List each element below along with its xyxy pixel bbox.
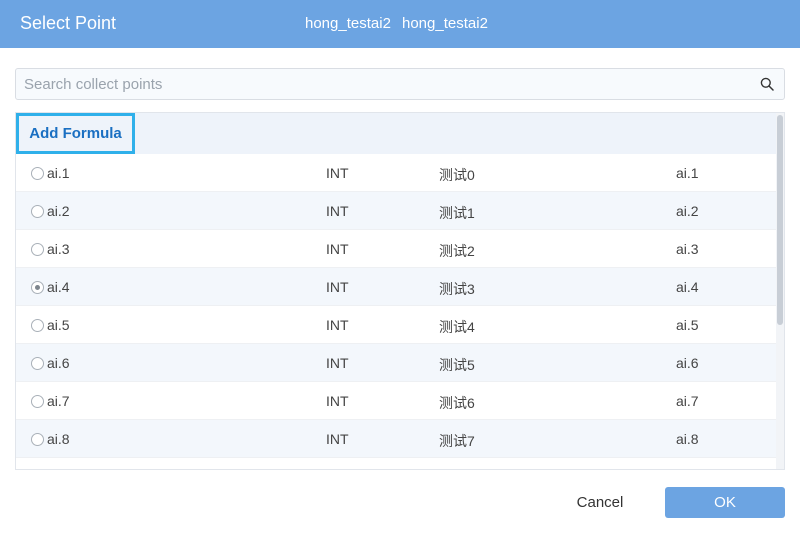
point-radio[interactable] bbox=[31, 395, 44, 408]
point-rows: ai.1 INT 测试0 ai.1 ai.2 INT 测试1 ai.2 ai.3 INT 测试2 ai… bbox=[16, 154, 778, 470]
point-description: 测试4 bbox=[439, 319, 475, 335]
table-row[interactable]: ai.6 INT 测试5 ai.6 bbox=[16, 344, 778, 382]
point-radio[interactable] bbox=[31, 357, 44, 370]
point-radio[interactable] bbox=[31, 205, 44, 218]
cancel-button[interactable]: Cancel bbox=[560, 487, 640, 518]
point-type: INT bbox=[326, 469, 349, 470]
table-row[interactable]: ai.5 INT 测试4 ai.5 bbox=[16, 306, 778, 344]
point-name: ai.2 bbox=[47, 203, 70, 219]
point-description: 测试6 bbox=[439, 395, 475, 411]
point-alias: ai.4 bbox=[676, 279, 699, 295]
table-row[interactable]: ai.4 INT 测试3 ai.4 bbox=[16, 268, 778, 306]
table-row[interactable]: ai.8 INT 测试7 ai.8 bbox=[16, 420, 778, 458]
point-type: INT bbox=[326, 241, 349, 257]
point-name: ai.5 bbox=[47, 317, 70, 333]
formula-row: Add Formula bbox=[16, 113, 778, 154]
point-type: INT bbox=[326, 431, 349, 447]
point-type: INT bbox=[326, 279, 349, 295]
point-name: ai.3 bbox=[47, 241, 70, 257]
search-box bbox=[15, 68, 785, 100]
point-description: 测试0 bbox=[439, 167, 475, 183]
point-type: INT bbox=[326, 393, 349, 409]
point-name: ai.8 bbox=[47, 431, 70, 447]
add-formula-button[interactable]: Add Formula bbox=[16, 113, 135, 154]
search-icon[interactable] bbox=[760, 77, 774, 91]
table-row[interactable]: ai.7 INT 测试6 ai.7 bbox=[16, 382, 778, 420]
point-alias: ai.1 bbox=[676, 165, 699, 181]
point-type: INT bbox=[326, 203, 349, 219]
point-alias: ai.8 bbox=[676, 431, 699, 447]
point-name: ai.6 bbox=[47, 355, 70, 371]
point-description: 测试8 bbox=[439, 469, 475, 470]
point-alias: ai.2 bbox=[676, 203, 699, 219]
table-row[interactable]: ai.2 INT 测试1 ai.2 bbox=[16, 192, 778, 230]
point-radio[interactable] bbox=[31, 243, 44, 256]
ok-button[interactable]: OK bbox=[665, 487, 785, 518]
point-description: 测试5 bbox=[439, 357, 475, 373]
point-description: 测试1 bbox=[439, 205, 475, 221]
point-alias: ai.7 bbox=[676, 393, 699, 409]
point-radio[interactable] bbox=[31, 319, 44, 332]
point-type: INT bbox=[326, 165, 349, 181]
device-name-secondary: hong_testai2 bbox=[402, 15, 488, 32]
point-alias: ai.5 bbox=[676, 317, 699, 333]
point-description: 测试3 bbox=[439, 281, 475, 297]
point-description: 测试7 bbox=[439, 433, 475, 449]
point-alias: ai.3 bbox=[676, 241, 699, 257]
select-point-dialog: Select Point hong_testai2 hong_testai2 A… bbox=[0, 0, 800, 544]
point-alias: ai.6 bbox=[676, 355, 699, 371]
dialog-title: Select Point bbox=[20, 13, 117, 33]
point-radio[interactable] bbox=[31, 167, 44, 180]
scrollbar-track[interactable] bbox=[776, 113, 784, 469]
dialog-header: Select Point hong_testai2 hong_testai2 bbox=[0, 0, 800, 48]
point-name: ai.4 bbox=[47, 279, 70, 295]
point-alias: ai.9 bbox=[676, 469, 699, 470]
point-description: 测试2 bbox=[439, 243, 475, 259]
point-radio[interactable] bbox=[31, 433, 44, 446]
point-name: ai.1 bbox=[47, 165, 70, 181]
table-row[interactable]: ai.3 INT 测试2 ai.3 bbox=[16, 230, 778, 268]
point-radio[interactable] bbox=[31, 281, 44, 294]
point-name: ai.9 bbox=[47, 469, 70, 470]
device-name: hong_testai2 bbox=[305, 15, 391, 32]
point-list: Add Formula ai.1 INT 测试0 ai.1 ai.2 INT 测试1 ai.2… bbox=[15, 112, 785, 470]
table-row[interactable]: ai.1 INT 测试0 ai.1 bbox=[16, 154, 778, 192]
point-type: INT bbox=[326, 355, 349, 371]
search-input[interactable] bbox=[16, 69, 746, 99]
table-row[interactable]: ai.9 INT 测试8 ai.9 bbox=[16, 458, 778, 470]
point-type: INT bbox=[326, 317, 349, 333]
scrollbar-thumb[interactable] bbox=[777, 115, 783, 325]
point-name: ai.7 bbox=[47, 393, 70, 409]
